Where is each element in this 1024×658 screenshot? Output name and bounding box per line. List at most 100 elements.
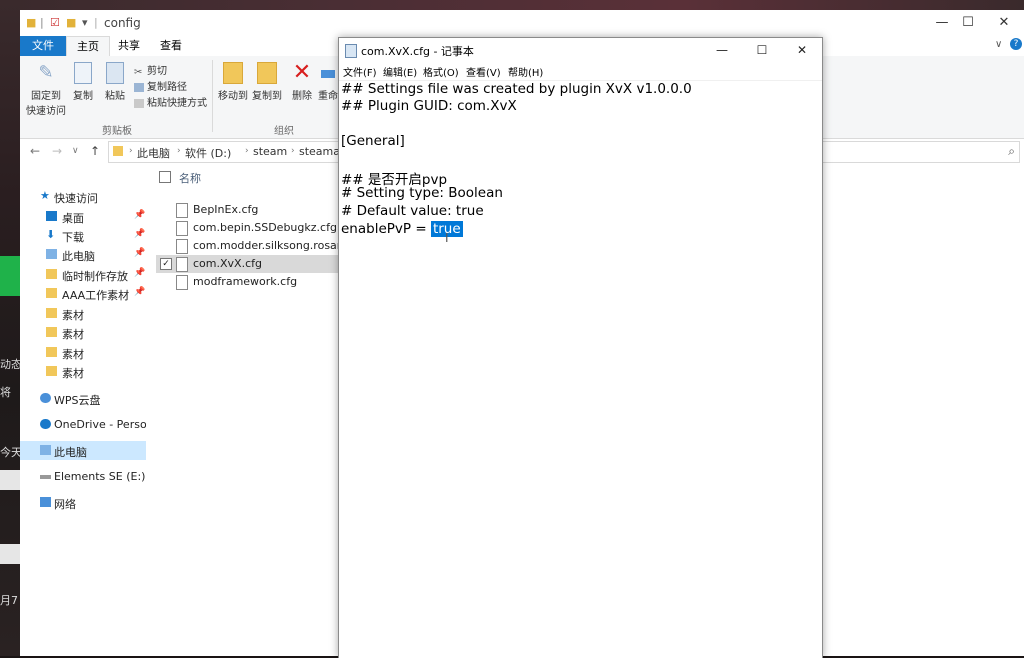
nav-item-desktop[interactable]: 桌面 📌 bbox=[20, 207, 146, 226]
new-folder-icon[interactable]: ■ bbox=[66, 16, 76, 29]
folder-icon bbox=[46, 347, 57, 357]
pin-icon[interactable]: 📌 bbox=[134, 268, 145, 278]
move-to-button[interactable]: 移动到 bbox=[216, 62, 250, 102]
tab-file[interactable]: 文件 bbox=[20, 36, 66, 56]
nav-item-downloads[interactable]: ⬇ 下载 📌 bbox=[20, 226, 146, 245]
menu-view[interactable]: 查看(V) bbox=[466, 64, 501, 79]
address-bar[interactable]: › 此电脑 › 软件 (D:) › steam › steamapps bbox=[108, 141, 360, 163]
nav-item-sucai[interactable]: 素材 bbox=[20, 362, 146, 381]
collapse-ribbon-icon[interactable]: ∨ bbox=[995, 39, 1002, 50]
text-line: ## Settings file was created by plugin X… bbox=[341, 81, 692, 97]
delete-x-icon: ✕ bbox=[292, 60, 312, 85]
menu-help[interactable]: 帮助(H) bbox=[508, 64, 543, 79]
pin-label: 固定到 bbox=[31, 91, 61, 102]
properties-icon[interactable]: ☑ bbox=[50, 16, 60, 29]
pin-label: 快速访问 bbox=[26, 106, 66, 117]
close-button[interactable]: ✕ bbox=[984, 10, 1024, 36]
nav-label: AAA工作素材 bbox=[62, 289, 130, 302]
copy-label: 复制 bbox=[73, 91, 93, 102]
paste-shortcut-icon bbox=[134, 98, 144, 108]
pin-icon[interactable]: 📌 bbox=[134, 248, 145, 258]
nav-item-this-pc[interactable]: 此电脑 📌 bbox=[20, 245, 146, 264]
search-input[interactable]: ⌕ bbox=[820, 141, 1020, 163]
nav-label: 素材 bbox=[62, 309, 84, 322]
notepad-title-bar[interactable]: com.XvX.cfg - 记事本 — ☐ ✕ bbox=[339, 38, 822, 62]
breadcrumb-item[interactable]: 此电脑 bbox=[137, 145, 170, 161]
file-row-selected[interactable]: ✓ com.XvX.cfg bbox=[156, 255, 346, 273]
file-row[interactable]: com.modder.silksong.rosarymo bbox=[156, 237, 346, 255]
nav-label: 临时制作存放 bbox=[62, 270, 128, 283]
nav-item-aaa[interactable]: AAA工作素材 📌 bbox=[20, 284, 146, 303]
rename-label: 重命 bbox=[318, 91, 338, 102]
cut-button[interactable]: ✂ 剪切 bbox=[134, 62, 167, 78]
drive-icon bbox=[40, 475, 51, 479]
clipboard-group-label: 剪贴板 bbox=[102, 126, 132, 137]
notepad-text-area[interactable]: ## Settings file was created by plugin X… bbox=[339, 80, 822, 658]
nav-item-wps[interactable]: WPS云盘 bbox=[20, 389, 146, 408]
paste-shortcut-button[interactable]: 粘贴快捷方式 bbox=[134, 94, 207, 109]
computer-icon bbox=[40, 445, 51, 455]
nav-item-elements-drive[interactable]: Elements SE (E:) bbox=[20, 467, 146, 486]
pin-quick-access-button[interactable]: ✎ 固定到 快速访问 bbox=[26, 62, 66, 117]
breadcrumb-separator-icon: › bbox=[291, 146, 295, 156]
menu-edit[interactable]: 编辑(E) bbox=[383, 64, 417, 79]
copy-to-button[interactable]: 复制到 bbox=[250, 62, 284, 102]
maximize-button[interactable]: ☐ bbox=[948, 10, 988, 36]
copy-path-button[interactable]: 复制路径 bbox=[134, 78, 187, 93]
nav-item-sucai[interactable]: 素材 bbox=[20, 304, 146, 323]
notepad-minimize-button[interactable]: — bbox=[703, 38, 741, 62]
nav-quick-access[interactable]: ★ 快速访问 bbox=[20, 187, 146, 206]
pin-icon[interactable]: 📌 bbox=[134, 287, 145, 297]
file-row[interactable]: com.bepin.SSDebugkz.cfg bbox=[156, 219, 346, 237]
nav-label: OneDrive - Persona bbox=[54, 418, 146, 431]
file-name: com.bepin.SSDebugkz.cfg bbox=[193, 221, 337, 234]
text-line: # Setting type: Boolean bbox=[341, 185, 503, 201]
nav-item-network[interactable]: 网络 bbox=[20, 493, 146, 512]
nav-label: 桌面 bbox=[62, 212, 84, 225]
delete-button[interactable]: ✕ 删除 bbox=[288, 60, 316, 103]
customize-toolbar-icon[interactable]: ▾ bbox=[82, 16, 88, 29]
menu-format[interactable]: 格式(O) bbox=[423, 64, 459, 79]
up-arrow-icon[interactable]: ↑ bbox=[90, 144, 100, 158]
column-header-name[interactable]: 名称 bbox=[179, 170, 201, 186]
help-icon[interactable]: ? bbox=[1010, 38, 1022, 50]
nav-item-sucai[interactable]: 素材 bbox=[20, 343, 146, 362]
nav-item-sucai[interactable]: 素材 bbox=[20, 323, 146, 342]
nav-item-this-pc-root[interactable]: 此电脑 bbox=[20, 441, 146, 460]
copy-icon bbox=[74, 62, 92, 84]
explorer-title-bar: ■ | ☑ ■ ▾ | config — ☐ ✕ bbox=[20, 10, 1024, 36]
file-name: BepInEx.cfg bbox=[193, 203, 259, 216]
paste-button[interactable]: 粘贴 bbox=[102, 62, 128, 102]
notepad-close-button[interactable]: ✕ bbox=[783, 38, 821, 62]
back-arrow-icon[interactable]: ← bbox=[30, 144, 40, 158]
paste-label: 粘贴 bbox=[105, 91, 125, 102]
tab-share[interactable]: 共享 bbox=[108, 36, 150, 56]
search-icon: ⌕ bbox=[1008, 144, 1015, 158]
row-checkbox-checked-icon[interactable]: ✓ bbox=[160, 258, 172, 270]
copy-button[interactable]: 复制 bbox=[70, 62, 96, 102]
recent-locations-icon[interactable]: ∨ bbox=[72, 146, 79, 156]
breadcrumb-item[interactable]: 软件 (D:) bbox=[185, 145, 231, 161]
nav-item-temp[interactable]: 临时制作存放 📌 bbox=[20, 265, 146, 284]
folder-icon bbox=[46, 288, 57, 298]
tab-home[interactable]: 主页 bbox=[66, 36, 110, 57]
nav-item-onedrive[interactable]: OneDrive - Persona bbox=[20, 415, 146, 434]
file-row[interactable]: BepInEx.cfg bbox=[156, 201, 346, 219]
breadcrumb-item[interactable]: steam bbox=[253, 145, 287, 158]
move-to-label: 移动到 bbox=[218, 91, 248, 102]
file-row[interactable]: modframework.cfg bbox=[156, 273, 346, 291]
notepad-maximize-button[interactable]: ☐ bbox=[743, 38, 781, 62]
onedrive-cloud-icon bbox=[40, 419, 51, 429]
pin-icon[interactable]: 📌 bbox=[134, 229, 145, 239]
tab-view[interactable]: 查看 bbox=[150, 36, 192, 56]
forward-arrow-icon[interactable]: → bbox=[52, 144, 62, 158]
menu-file[interactable]: 文件(F) bbox=[343, 64, 377, 79]
ribbon-divider bbox=[212, 60, 213, 132]
select-all-checkbox[interactable] bbox=[159, 171, 171, 183]
background-text: 月7 bbox=[0, 594, 18, 607]
nav-label: 下载 bbox=[62, 231, 84, 244]
navigation-pane: ★ 快速访问 桌面 📌 ⬇ 下载 📌 此电脑 📌 临时制作存放 📌 AAA工作素… bbox=[20, 167, 147, 656]
file-icon bbox=[176, 257, 188, 272]
pin-icon[interactable]: 📌 bbox=[134, 210, 145, 220]
rename-button[interactable]: 重命 bbox=[318, 62, 338, 102]
